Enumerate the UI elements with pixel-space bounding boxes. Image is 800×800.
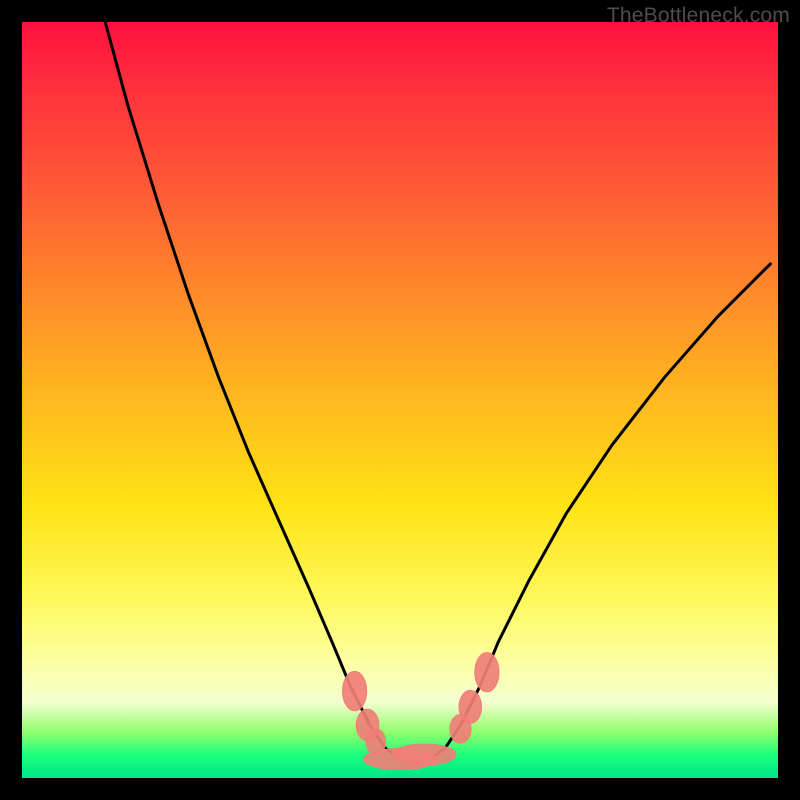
chart-frame: TheBottleneck.com (0, 0, 800, 800)
curve-layer (22, 22, 778, 778)
curve-marker (459, 690, 482, 723)
watermark-text: TheBottleneck.com (607, 4, 790, 28)
curve-marker (392, 744, 456, 765)
bottleneck-curve (105, 22, 770, 763)
curve-markers (343, 653, 500, 770)
curve-marker (475, 653, 499, 692)
plot-area (22, 22, 778, 778)
bottleneck-curve-path (105, 22, 770, 763)
curve-marker (343, 671, 367, 710)
